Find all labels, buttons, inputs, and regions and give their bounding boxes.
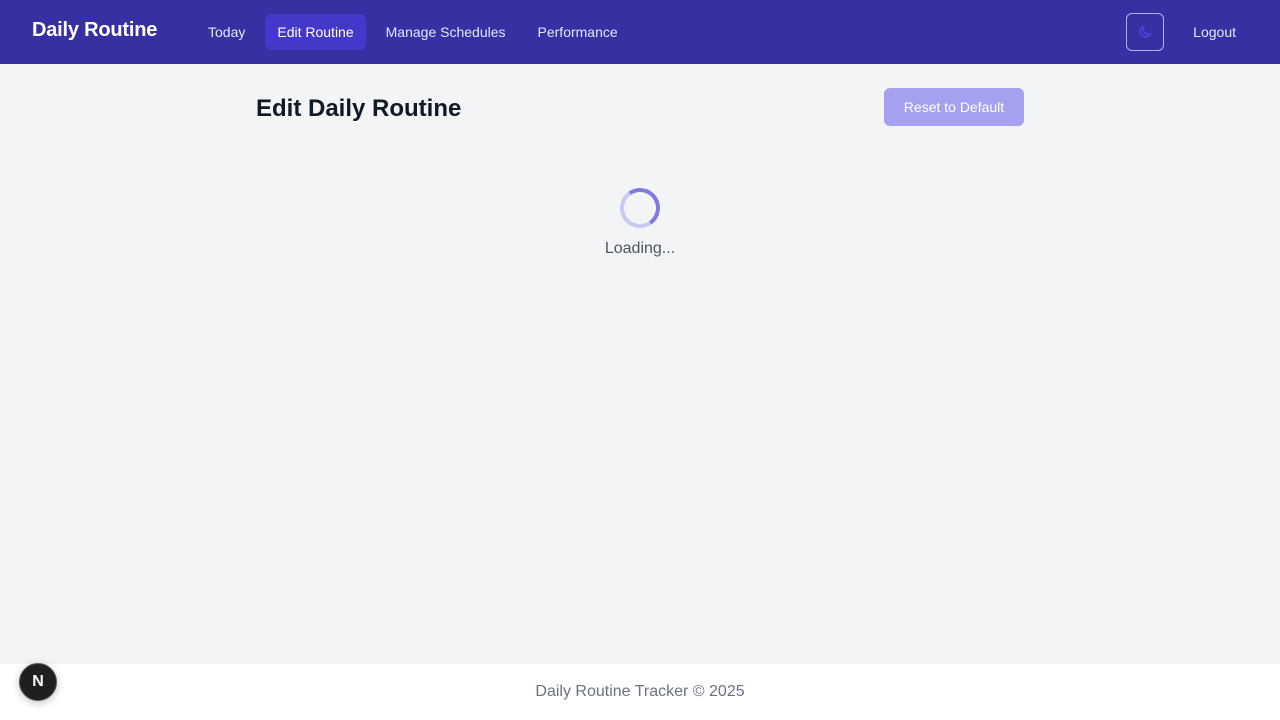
navbar-actions: Logout <box>1126 13 1248 51</box>
theme-toggle-button[interactable] <box>1126 13 1165 51</box>
footer-text: Daily Routine Tracker © 2025 <box>535 683 745 700</box>
loading-state: Loading... <box>256 184 1024 258</box>
nav-item-today[interactable]: Today <box>196 14 257 50</box>
brand-title[interactable]: Daily Routine <box>32 19 157 42</box>
loading-text: Loading... <box>604 240 676 257</box>
page-title: Edit Daily Routine <box>256 95 462 122</box>
main-navigation: Today Edit Routine Manage Schedules Perf… <box>196 14 630 50</box>
footer: Daily Routine Tracker © 2025 <box>0 664 1280 720</box>
logout-button[interactable]: Logout <box>1181 13 1248 51</box>
loading-spinner-icon <box>616 184 664 232</box>
nextjs-badge-letter: N <box>32 673 44 690</box>
nav-item-edit-routine[interactable]: Edit Routine <box>265 14 366 50</box>
nav-item-manage-schedules[interactable]: Manage Schedules <box>374 14 518 50</box>
top-navbar: Daily Routine Today Edit Routine Manage … <box>0 0 1280 64</box>
reset-to-default-button[interactable]: Reset to Default <box>884 88 1024 126</box>
nextjs-icon[interactable]: N <box>19 663 57 701</box>
nav-item-performance[interactable]: Performance <box>526 14 630 50</box>
moon-icon <box>1139 26 1152 38</box>
main-content: Edit Daily Routine Reset to Default Load… <box>256 64 1024 664</box>
